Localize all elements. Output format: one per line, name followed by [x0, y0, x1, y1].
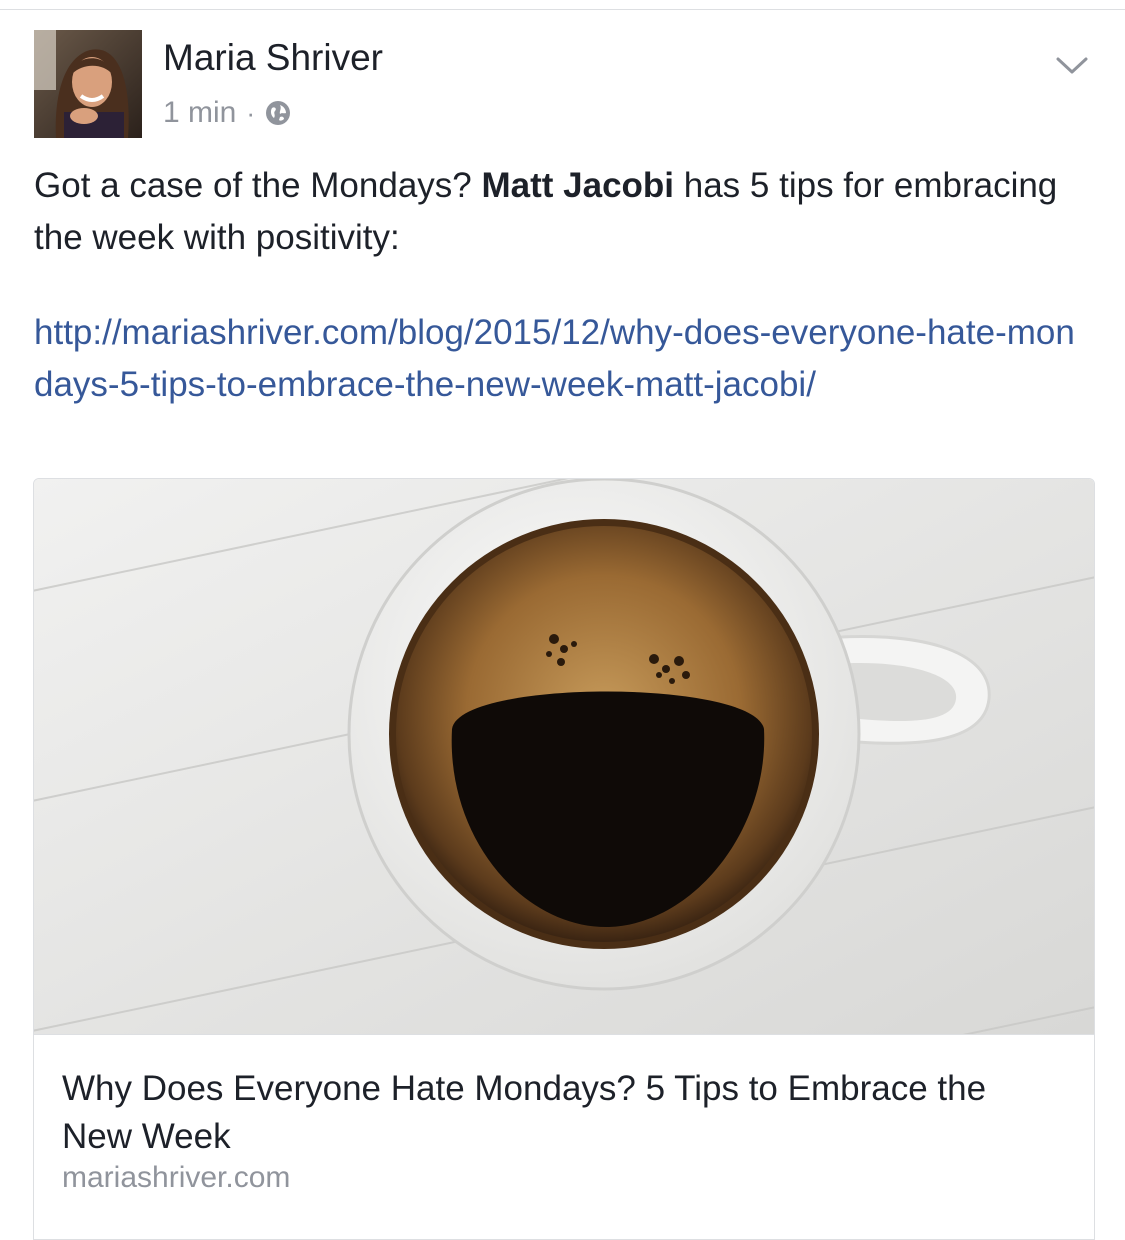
author-name[interactable]: Maria Shriver — [163, 37, 383, 79]
post-url-link[interactable]: http://mariashriver.com/blog/2015/12/why… — [34, 307, 1094, 411]
avatar-photo — [34, 30, 142, 138]
link-preview-body[interactable]: Why Does Everyone Hate Mondays? 5 Tips t… — [34, 1034, 1094, 1239]
mention-link[interactable]: Matt Jacobi — [481, 166, 674, 205]
coffee-smiley-image — [34, 479, 1094, 1034]
globe-icon[interactable] — [265, 100, 291, 126]
meta-separator: · — [246, 97, 256, 128]
chevron-down-icon[interactable] — [1052, 50, 1092, 80]
post-message: Got a case of the Mondays? Matt Jacobi h… — [34, 160, 1094, 264]
link-preview-domain: mariashriver.com — [62, 1161, 291, 1194]
post-meta: 1 min · — [163, 95, 291, 131]
post-timestamp[interactable]: 1 min — [163, 96, 236, 130]
post-top-divider — [0, 9, 1125, 10]
link-preview-title[interactable]: Why Does Everyone Hate Mondays? 5 Tips t… — [62, 1065, 1062, 1161]
link-preview-image[interactable] — [34, 479, 1094, 1034]
author-avatar[interactable] — [34, 30, 142, 138]
link-preview-card[interactable]: Why Does Everyone Hate Mondays? 5 Tips t… — [33, 478, 1095, 1240]
post-text-intro: Got a case of the Mondays? — [34, 166, 482, 205]
